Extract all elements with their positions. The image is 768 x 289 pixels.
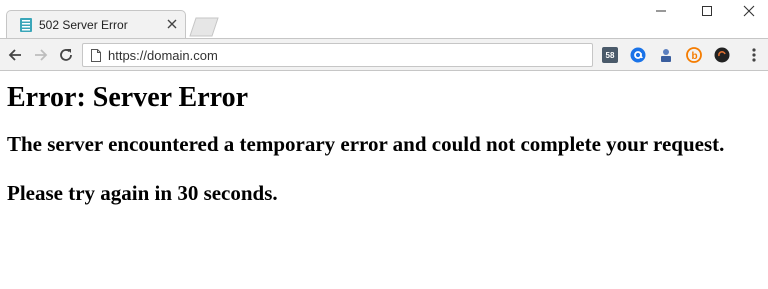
tab-close-icon[interactable]	[164, 16, 180, 32]
close-icon	[743, 5, 755, 17]
browser-toolbar: https://domain.com 58 b	[0, 38, 768, 71]
back-arrow-icon[interactable]	[6, 46, 24, 64]
maximize-button[interactable]	[687, 0, 727, 22]
server-favicon-icon	[20, 18, 32, 32]
b-extension-icon[interactable]: b	[686, 47, 702, 63]
page-icon	[91, 49, 101, 62]
grid-extension-icon[interactable]: 58	[602, 47, 618, 63]
new-tab-button[interactable]	[188, 17, 220, 37]
dark-circle-extension-icon[interactable]	[714, 47, 730, 63]
minimize-button[interactable]	[641, 0, 681, 22]
user-extension-icon[interactable]	[658, 47, 674, 63]
browser-tab[interactable]: 502 Server Error	[6, 10, 186, 39]
error-message: The server encountered a temporary error…	[7, 132, 725, 156]
forward-arrow-icon[interactable]	[32, 46, 50, 64]
reload-icon[interactable]	[57, 46, 75, 64]
retry-message: Please try again in 30 seconds.	[7, 181, 278, 205]
close-window-button[interactable]	[729, 0, 768, 22]
url-text: https://domain.com	[108, 48, 218, 63]
extension-badge-text: 58	[606, 51, 615, 60]
at-sign-extension-icon[interactable]	[630, 47, 646, 63]
svg-text:b: b	[691, 51, 697, 62]
title-bar: 502 Server Error	[0, 0, 768, 39]
address-bar[interactable]: https://domain.com	[82, 43, 593, 67]
maximize-icon	[702, 6, 712, 16]
tab-title: 502 Server Error	[39, 18, 128, 32]
error-heading: Error: Server Error	[7, 82, 249, 113]
menu-kebab-icon[interactable]	[746, 47, 762, 63]
minimize-icon	[656, 10, 666, 12]
